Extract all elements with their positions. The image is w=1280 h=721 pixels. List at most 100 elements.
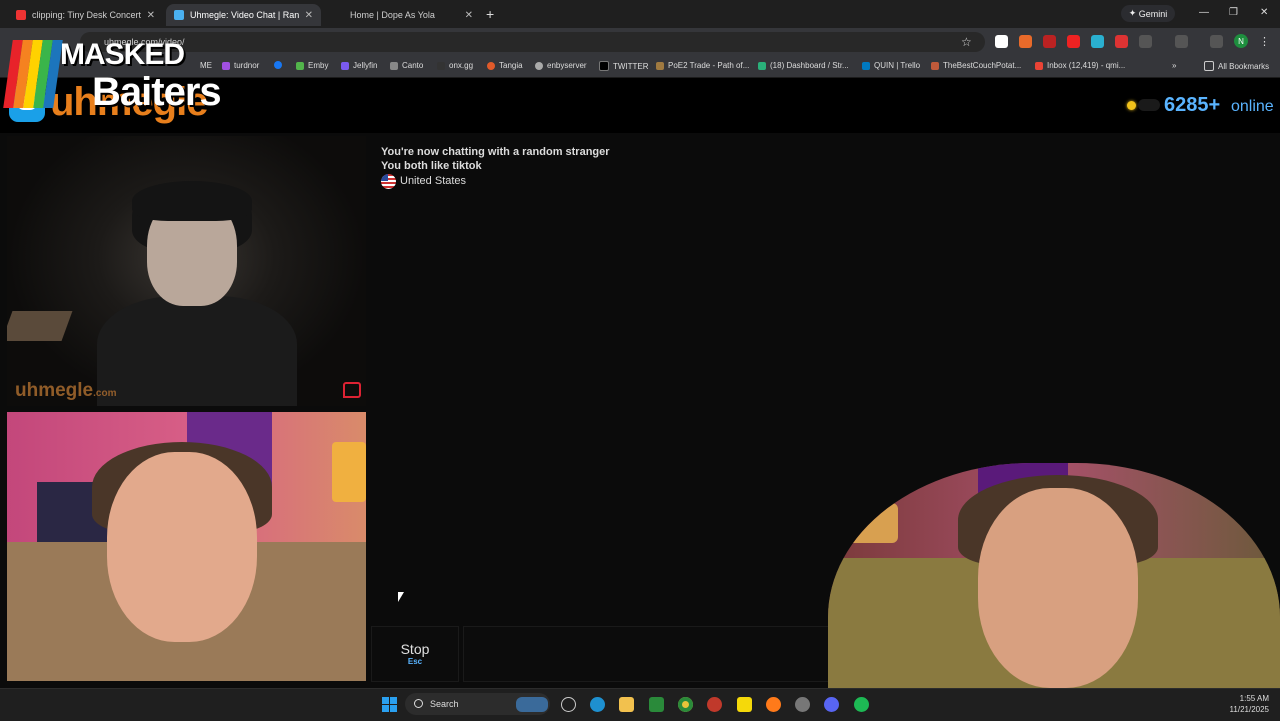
extensions-puzzle-icon[interactable] — [1139, 35, 1152, 48]
tangia-icon — [487, 61, 495, 70]
edge-icon[interactable] — [590, 697, 605, 712]
search-label: Search — [430, 699, 459, 709]
tab-uhmegle[interactable]: Uhmegle: Video Chat | Ran ✕ — [166, 4, 321, 26]
video-watermark: uhmegle.com — [15, 380, 117, 401]
minimize-button[interactable]: — — [1199, 7, 1209, 18]
restore-button[interactable]: ❐ — [1229, 7, 1238, 18]
bookmark-item[interactable]: Jellyfin — [341, 61, 377, 70]
close-window-button[interactable]: ✕ — [1260, 7, 1268, 18]
task-view-icon[interactable] — [561, 697, 576, 712]
extension-7tv-icon[interactable] — [1091, 35, 1104, 48]
extension-adblock-icon[interactable] — [1115, 35, 1128, 48]
folder-icon — [1204, 61, 1214, 71]
emby-icon — [296, 61, 304, 70]
bookmark-item[interactable]: TWITTER — [599, 61, 649, 71]
discord-icon[interactable] — [824, 697, 839, 712]
close-icon[interactable]: ✕ — [305, 10, 313, 21]
close-icon[interactable]: ✕ — [465, 10, 473, 21]
chat-system-message: You're now chatting with a random strang… — [381, 146, 610, 158]
bookmarks-overflow-icon[interactable]: » — [1172, 61, 1176, 70]
us-flag-icon — [381, 174, 396, 189]
theme-toggle[interactable] — [1138, 99, 1160, 111]
extension-youtube-icon[interactable] — [1067, 35, 1080, 48]
stop-label: Stop — [400, 641, 430, 657]
uhmegle-icon — [174, 10, 184, 20]
bookmark-item[interactable]: turdnor — [222, 61, 259, 70]
globe-icon — [535, 61, 543, 70]
app-gray-icon[interactable] — [795, 697, 810, 712]
bookmark-item[interactable]: onx.gg — [437, 61, 473, 70]
system-clock[interactable]: 1:55 AM 11/21/2025 — [1215, 693, 1269, 715]
sidepanel-icon[interactable] — [1175, 35, 1188, 48]
extension-red-icon[interactable] — [1043, 35, 1056, 48]
search-icon — [414, 699, 423, 708]
bookmark-item[interactable]: enbyserver — [535, 61, 587, 70]
mouse-cursor-icon — [398, 592, 404, 602]
spotify-icon[interactable] — [854, 697, 869, 712]
profile-avatar[interactable]: N — [1234, 34, 1248, 48]
dashboard-icon — [758, 61, 766, 70]
self-video — [7, 412, 366, 681]
clock-time: 1:55 AM — [1239, 694, 1269, 703]
x-icon — [599, 61, 609, 71]
bookmark-item[interactable]: Emby — [296, 61, 328, 70]
bookmark-item[interactable]: Inbox (12,419) - qmi... — [1035, 61, 1125, 70]
jellyfin-icon — [341, 61, 349, 70]
page-icon — [334, 10, 344, 20]
self-face — [107, 452, 257, 642]
report-flag-icon[interactable] — [343, 382, 361, 398]
bookmark-item[interactable]: QUIN | Trello — [862, 61, 920, 70]
stranger-video: uhmegle.com — [7, 136, 366, 406]
bookmark-item[interactable]: ME — [200, 61, 212, 70]
close-icon[interactable]: ✕ — [147, 10, 155, 21]
app-red-icon[interactable] — [707, 697, 722, 712]
firefox-icon[interactable] — [766, 697, 781, 712]
youtube-icon — [16, 10, 26, 20]
bookmark-item[interactable]: Tangia — [487, 61, 523, 70]
bookmark-item[interactable]: (18) Dashboard / Str... — [758, 61, 849, 70]
online-indicator-icon — [1127, 101, 1136, 110]
media-app-icon[interactable] — [649, 697, 664, 712]
menu-kebab-icon[interactable]: ⋮ — [1259, 35, 1272, 48]
sticky-notes-icon[interactable] — [737, 697, 752, 712]
streamer-face — [978, 488, 1138, 688]
gmail-icon — [1035, 61, 1043, 70]
couch-icon — [931, 61, 939, 70]
facebook-icon — [274, 61, 282, 69]
stop-shortcut: Esc — [407, 657, 423, 666]
bookmark-item[interactable] — [274, 61, 286, 69]
all-bookmarks[interactable]: All Bookmarks — [1204, 61, 1269, 71]
address-bar[interactable] — [80, 32, 985, 52]
weather-widget-icon[interactable] — [516, 697, 548, 712]
stranger-country: United States — [400, 175, 467, 187]
new-tab-button[interactable]: + — [486, 6, 494, 22]
star-icon[interactable]: ☆ — [961, 35, 974, 49]
canto-icon — [390, 61, 398, 70]
poe-icon — [656, 61, 664, 70]
tab-title: Home | Dope As Yola — [350, 10, 435, 20]
tab-search-icon[interactable] — [1210, 35, 1223, 48]
extension-fox-icon[interactable] — [1019, 35, 1032, 48]
onx-icon — [437, 61, 445, 70]
bookmark-item[interactable]: PoE2 Trade - Path of... — [656, 61, 749, 70]
tab-dope-as-yola[interactable]: Home | Dope As Yola ✕ — [326, 4, 481, 26]
extension-k-icon[interactable] — [995, 35, 1008, 48]
background-lamp — [332, 442, 366, 502]
windows-start-icon[interactable] — [382, 697, 397, 712]
stranger-bangs — [132, 181, 252, 221]
bookmark-item[interactable]: TheBestCouchPotat... — [931, 61, 1021, 70]
clock-date: 11/21/2025 — [1229, 705, 1269, 714]
tab-tiny-desk[interactable]: clipping: Tiny Desk Concert - Y ✕ — [8, 4, 163, 26]
tab-title: clipping: Tiny Desk Concert - Y — [32, 10, 141, 20]
brand-line-1: MASKED — [60, 38, 185, 71]
file-explorer-icon[interactable] — [619, 697, 634, 712]
online-count: 6285+ — [1164, 94, 1221, 116]
chrome-icon[interactable] — [678, 697, 693, 712]
online-label: online — [1231, 98, 1274, 115]
stop-button[interactable]: Stop Esc — [371, 626, 459, 682]
streamer-camera-overlay — [828, 463, 1280, 720]
gemini-button[interactable]: ✦ Gemini — [1121, 5, 1175, 22]
taskbar — [0, 688, 1280, 721]
stranger-body — [97, 296, 297, 406]
bookmark-item[interactable]: Canto — [390, 61, 423, 70]
